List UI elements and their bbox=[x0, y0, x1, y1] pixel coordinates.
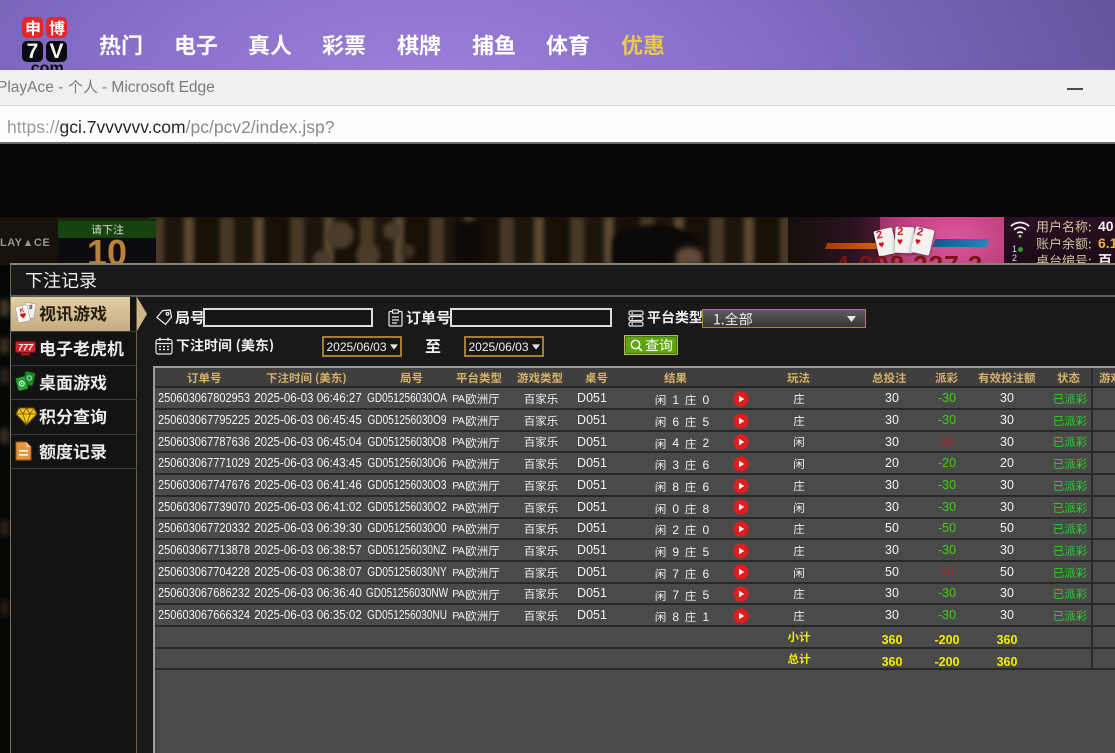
svg-text:777: 777 bbox=[18, 342, 34, 352]
